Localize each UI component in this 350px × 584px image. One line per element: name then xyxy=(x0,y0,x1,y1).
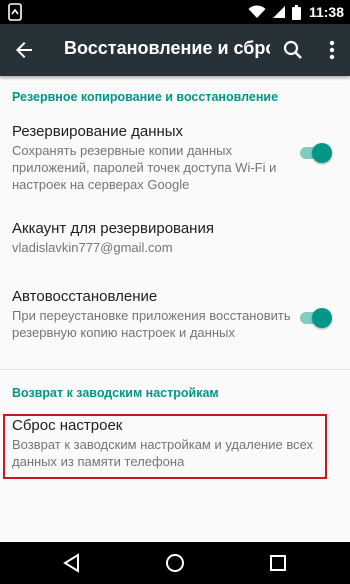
page-title: Восстановление и сброс xyxy=(64,38,270,58)
auto-restore-item[interactable]: Автовосстановление При переустановке при… xyxy=(0,283,350,358)
backup-data-summary: Сохранять резервные копии данных приложе… xyxy=(12,143,277,192)
backup-account-item[interactable]: Аккаунт для резервирования vladislavkin7… xyxy=(0,214,350,264)
backup-account-title: Аккаунт для резервирования xyxy=(12,220,214,237)
arrow-back-icon[interactable] xyxy=(12,38,36,62)
backup-account-summary: vladislavkin777@gmail.com xyxy=(12,240,173,255)
backup-data-item[interactable]: Резервирование данных Сохранять резервны… xyxy=(0,118,350,198)
section-divider xyxy=(0,369,350,370)
auto-restore-toggle[interactable] xyxy=(298,306,334,330)
section-header-factory-reset: Возврат к заводским настройкам xyxy=(12,386,219,400)
back-triangle-icon[interactable] xyxy=(62,553,82,573)
home-circle-icon[interactable] xyxy=(165,553,185,573)
auto-restore-title: Автовосстановление xyxy=(12,288,158,305)
toggle-thumb xyxy=(312,308,332,328)
wifi-icon xyxy=(248,5,266,18)
battery-icon xyxy=(291,4,301,20)
status-time: 11:38 xyxy=(308,4,344,20)
auto-restore-summary: При переустановке приложения восстановит… xyxy=(12,308,291,340)
notification-icon xyxy=(8,3,22,21)
navigation-bar xyxy=(0,542,350,584)
backup-data-title: Резервирование данных xyxy=(12,123,184,140)
factory-reset-highlight-box xyxy=(3,414,327,479)
more-vert-icon[interactable] xyxy=(322,38,342,62)
status-bar: 11:38 xyxy=(0,0,350,24)
toggle-thumb xyxy=(312,143,332,163)
app-bar: Восстановление и сброс xyxy=(0,24,350,76)
section-header-backup: Резервное копирование и восстановление xyxy=(12,90,279,104)
backup-data-toggle[interactable] xyxy=(298,141,334,165)
search-icon[interactable] xyxy=(281,38,305,62)
cellular-signal-icon xyxy=(272,6,285,18)
recents-square-icon[interactable] xyxy=(268,553,288,573)
